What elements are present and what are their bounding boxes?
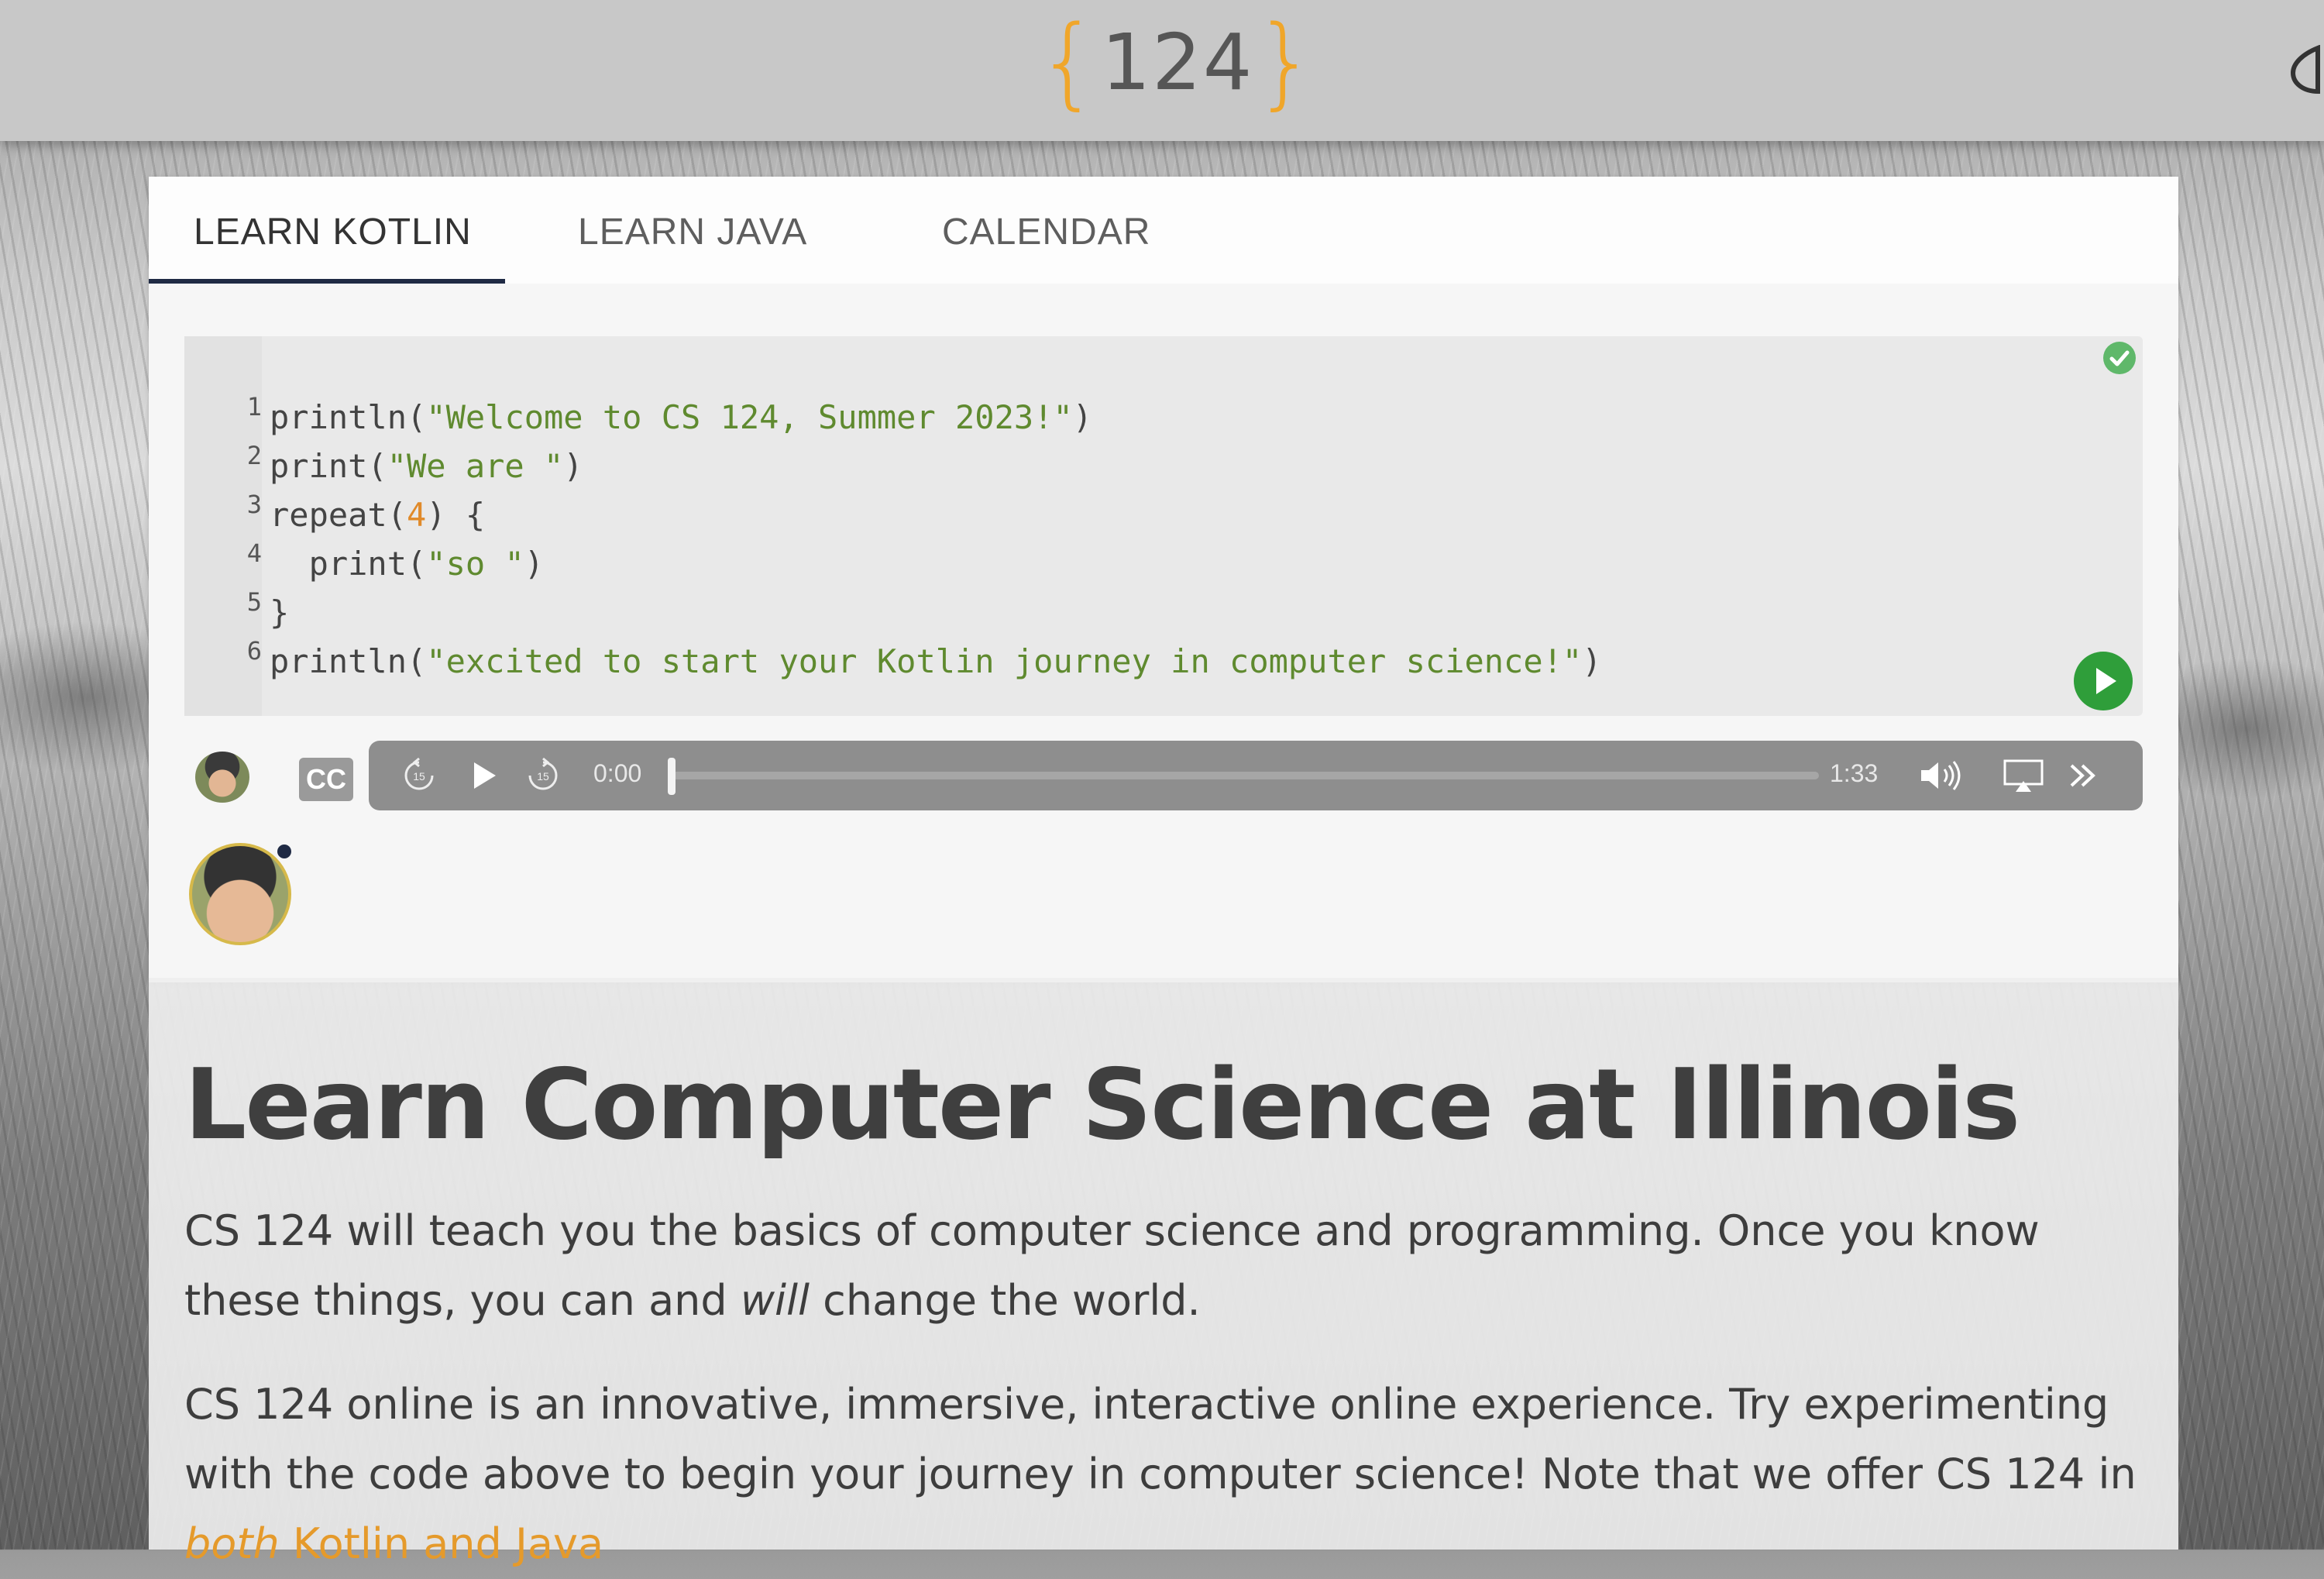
line-number: 2 — [246, 441, 262, 470]
play-icon[interactable] — [465, 758, 500, 793]
more-options-icon[interactable] — [2065, 758, 2101, 793]
progress-handle[interactable] — [668, 758, 676, 795]
code-token: repeat( — [270, 496, 407, 534]
para1-emphasis: will — [740, 1276, 810, 1325]
top-bar: { 124 } — [0, 0, 2324, 141]
code-token: print( — [270, 447, 387, 485]
logo-text: 124 — [1101, 16, 1254, 108]
captions-button[interactable]: CC — [299, 758, 353, 801]
line-number: 1 — [246, 392, 262, 421]
line-number: 4 — [246, 538, 262, 568]
link-emphasis: both — [184, 1519, 280, 1568]
online-status-dot — [277, 845, 291, 858]
site-logo[interactable]: { 124 } — [1037, 0, 1317, 124]
audio-player: 15 15 0:00 1:33 — [369, 741, 2143, 810]
tab-bar: LEARN KOTLIN LEARN JAVA CALENDAR — [149, 177, 2178, 284]
code-text: println("excited to start your Kotlin jo… — [270, 642, 1601, 680]
code-token: ) — [524, 545, 545, 583]
skip-forward-icon[interactable]: 15 — [525, 758, 561, 793]
line-number: 6 — [246, 636, 262, 666]
code-text: println("Welcome to CS 124, Summer 2023!… — [270, 398, 1092, 436]
code-line[interactable]: 1 println("Welcome to CS 124, Summer 2023… — [184, 392, 2044, 445]
duration: 1:33 — [1830, 759, 1879, 787]
audio-player-row: CC 15 15 0:00 1:33 — [184, 741, 2143, 810]
tab-learn-java[interactable]: LEARN JAVA — [578, 211, 807, 253]
code-token: ) { — [426, 496, 486, 534]
tab-calendar[interactable]: CALENDAR — [942, 211, 1150, 253]
run-code-button[interactable] — [2073, 651, 2133, 711]
check-circle-icon — [2103, 342, 2136, 374]
code-token: ) — [1582, 642, 1602, 680]
para2-text: CS 124 online is an innovative, immersiv… — [184, 1380, 2137, 1498]
code-token: println( — [270, 642, 427, 680]
code-token: println( — [270, 398, 427, 436]
code-token: ) — [1072, 398, 1093, 436]
skip-back-icon[interactable]: 15 — [401, 758, 437, 793]
svg-text:15: 15 — [413, 770, 425, 783]
number-literal: 4 — [407, 496, 427, 534]
intro-paragraph-1: CS 124 will teach you the basics of comp… — [184, 1196, 2137, 1336]
intro-section: Learn Computer Science at Illinois CS 12… — [149, 978, 2178, 1568]
line-number: 3 — [246, 490, 262, 519]
code-text: print("so ") — [270, 545, 544, 583]
volume-icon[interactable] — [1918, 758, 1968, 793]
string-literal: "Welcome to CS 124, Summer 2023!" — [426, 398, 1073, 436]
main-card: LEARN KOTLIN LEARN JAVA CALENDAR 1 printl… — [149, 177, 2178, 982]
para1-text-end: change the world. — [810, 1276, 1201, 1325]
line-number: 5 — [246, 587, 262, 617]
tab-learn-kotlin[interactable]: LEARN KOTLIN — [194, 211, 472, 253]
string-literal: "so " — [426, 545, 524, 583]
code-token: } — [270, 593, 290, 631]
code-text: } — [270, 593, 289, 631]
code-token: ) — [563, 447, 583, 485]
code-line[interactable]: 6 println("excited to start your Kotlin j… — [184, 636, 2044, 689]
current-time: 0:00 — [593, 759, 642, 787]
narrator-avatar[interactable] — [195, 752, 249, 803]
code-line[interactable]: 4 print("so ") — [184, 538, 2044, 591]
code-text: print("We are ") — [270, 447, 583, 485]
string-literal: "excited to start your Kotlin journey in… — [426, 642, 1583, 680]
code-line[interactable]: 2 print("We are ") — [184, 441, 2044, 494]
contrast-icon[interactable] — [2287, 45, 2324, 95]
airplay-icon[interactable] — [2002, 758, 2045, 793]
presenter-avatar[interactable] — [189, 843, 291, 945]
active-tab-indicator — [149, 279, 505, 284]
code-text: repeat(4) { — [270, 496, 485, 534]
svg-text:15: 15 — [537, 770, 549, 783]
code-line[interactable]: 5} — [184, 587, 2044, 640]
page-title: Learn Computer Science at Illinois — [184, 1048, 2020, 1161]
logo-brace-left: { — [1037, 4, 1102, 120]
code-token: print( — [270, 545, 427, 583]
intro-paragraph-2: CS 124 online is an innovative, immersiv… — [184, 1370, 2137, 1579]
string-literal: "We are " — [387, 447, 564, 485]
languages-link[interactable]: both Kotlin and Java — [184, 1519, 603, 1568]
progress-track[interactable] — [668, 772, 1819, 779]
logo-brace-right: } — [1253, 4, 1318, 120]
code-editor[interactable]: 1 println("Welcome to CS 124, Summer 2023… — [184, 336, 2143, 716]
link-text: Kotlin and Java — [279, 1519, 604, 1568]
code-line[interactable]: 3 repeat(4) { — [184, 490, 2044, 542]
